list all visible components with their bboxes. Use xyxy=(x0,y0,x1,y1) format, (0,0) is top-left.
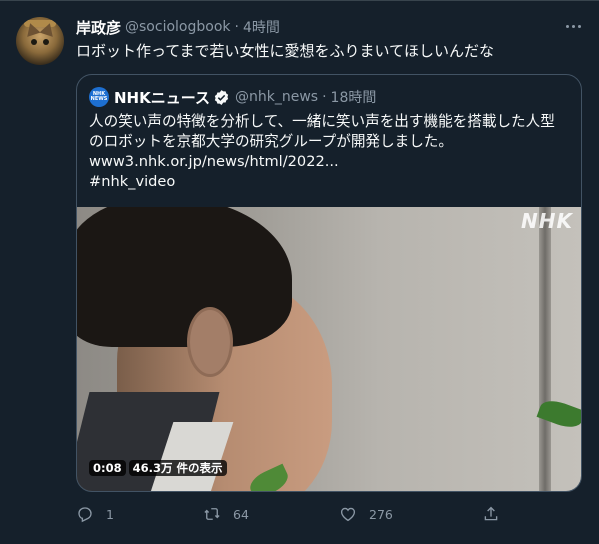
author-avatar[interactable] xyxy=(16,17,64,65)
share-button[interactable] xyxy=(482,502,500,526)
reply-button[interactable]: 1 xyxy=(76,502,114,526)
video-duration: 0:08 xyxy=(89,460,126,476)
tweet-actions: 1 64 276 xyxy=(76,502,582,526)
reply-icon xyxy=(78,507,92,523)
like-count: 276 xyxy=(369,506,393,522)
like-button[interactable]: 276 xyxy=(339,502,393,526)
more-icon[interactable] xyxy=(561,16,585,36)
quoted-tweet-header: NHK NEWS NHKニュース @nhk_news · 18時間 xyxy=(89,87,376,107)
video-views: 46.3万 件の表示 xyxy=(128,460,227,476)
meta-separator: · xyxy=(234,19,239,35)
retweet-button[interactable]: 64 xyxy=(203,502,249,526)
quoted-tweet[interactable]: NHK NEWS NHKニュース @nhk_news · 18時間 人の笑い声の… xyxy=(76,74,582,492)
quoted-text-line-2: のロボットを京都大学の研究グループが開発しました。 xyxy=(89,133,453,150)
quoted-author-avatar: NHK NEWS xyxy=(89,87,109,107)
video-badges: 0:08 46.3万 件の表示 xyxy=(89,460,227,476)
quoted-text-line-1: 人の笑い声の特徴を分析して、一緒に笑い声を出す機能を搭載した人型 xyxy=(89,113,555,130)
share-icon xyxy=(484,506,498,521)
reply-count: 1 xyxy=(106,506,114,522)
tweet-text: ロボット作ってまで若い女性に愛想をふりまいてほしいんだな xyxy=(76,42,495,60)
quoted-meta-separator: · xyxy=(322,89,327,105)
author-handle[interactable]: @sociologbook xyxy=(125,19,230,35)
verified-icon xyxy=(214,89,229,105)
quoted-author-name: NHKニュース xyxy=(114,88,210,107)
quoted-tweet-text: 人の笑い声の特徴を分析して、一緒に笑い声を出す機能を搭載した人型 のロボットを京… xyxy=(89,112,573,192)
retweet-count: 64 xyxy=(233,506,249,522)
tweet-time[interactable]: 4時間 xyxy=(243,17,280,37)
top-divider xyxy=(0,0,599,1)
like-icon xyxy=(340,507,356,522)
quoted-tweet-time: 18時間 xyxy=(330,90,377,106)
nhk-watermark: NHK xyxy=(521,209,573,233)
quoted-hashtag[interactable]: #nhk_video xyxy=(89,172,573,192)
tweet-header: 岸政彦 @sociologbook · 4時間 xyxy=(76,17,280,37)
quoted-author-handle: @nhk_news xyxy=(234,89,319,105)
avatar-label-news: NEWS xyxy=(90,96,108,102)
retweet-icon xyxy=(204,508,220,520)
author-name[interactable]: 岸政彦 xyxy=(76,17,121,38)
quoted-link[interactable]: www3.nhk.or.jp/news/html/2022... xyxy=(89,152,573,172)
video-player[interactable]: NHK 0:08 46.3万 件の表示 xyxy=(77,207,581,491)
